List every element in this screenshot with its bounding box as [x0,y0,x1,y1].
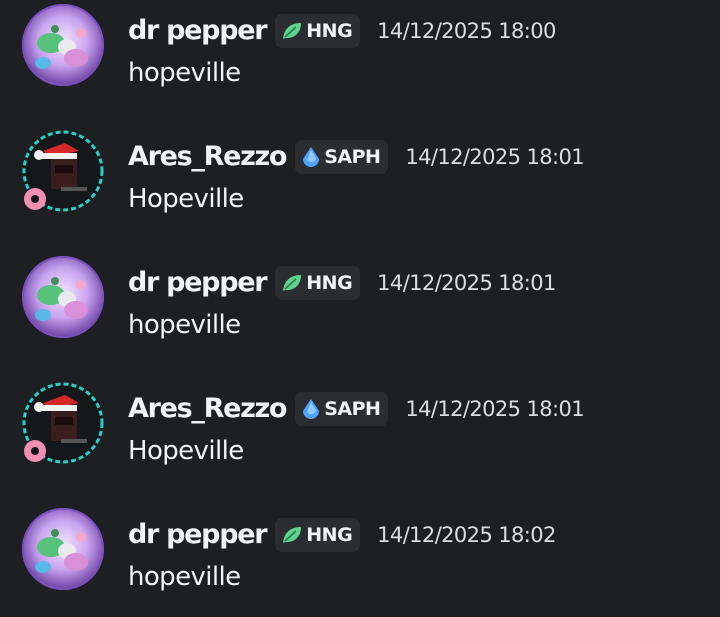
droplet-icon [303,147,320,167]
message-content: hopeville [128,310,241,340]
server-tag-badge[interactable]: HNG [275,14,361,48]
message-header: dr pepper HNG 14/12/2025 18:02 [128,515,556,555]
message-item: dr pepper HNG 14/12/2025 18:02 hopeville [0,507,720,617]
message-header: Ares_Rezzo SAPH 14/12/2025 18:01 [128,389,585,429]
user-avatar[interactable] [21,255,105,339]
username[interactable]: dr pepper [128,11,268,51]
username[interactable]: dr pepper [128,263,268,303]
server-tag-label: SAPH [324,398,381,420]
user-avatar[interactable] [21,3,105,87]
server-tag-label: HNG [306,272,353,294]
user-avatar[interactable] [21,129,105,213]
server-tag-badge[interactable]: SAPH [295,392,389,426]
server-tag-label: HNG [306,524,353,546]
timestamp: 14/12/2025 18:02 [377,523,556,547]
message-header: dr pepper HNG 14/12/2025 18:00 [128,11,556,51]
server-tag-label: HNG [306,20,353,42]
timestamp: 14/12/2025 18:00 [377,19,556,43]
username[interactable]: Ares_Rezzo [128,137,287,177]
message-content: Hopeville [128,184,244,214]
username[interactable]: dr pepper [128,515,268,555]
server-tag-badge[interactable]: HNG [275,266,361,300]
timestamp: 14/12/2025 18:01 [405,145,585,169]
message-item: Ares_Rezzo SAPH 14/12/2025 18:01 Hopevil… [0,129,720,239]
leaf-icon [283,275,302,291]
message-item: dr pepper HNG 14/12/2025 18:00 hopeville [0,3,720,113]
message-header: Ares_Rezzo SAPH 14/12/2025 18:01 [128,137,585,177]
droplet-icon [303,399,320,419]
message-header: dr pepper HNG 14/12/2025 18:01 [128,263,556,303]
server-tag-badge[interactable]: HNG [275,518,361,552]
user-avatar[interactable] [21,507,105,591]
server-tag-badge[interactable]: SAPH [295,140,389,174]
leaf-icon [283,527,302,543]
username[interactable]: Ares_Rezzo [128,389,287,429]
message-item: dr pepper HNG 14/12/2025 18:01 hopeville [0,255,720,365]
message-content: hopeville [128,58,241,88]
timestamp: 14/12/2025 18:01 [377,271,556,295]
message-content: hopeville [128,562,241,592]
server-tag-label: SAPH [324,146,381,168]
message-list: dr pepper HNG 14/12/2025 18:00 hopeville [0,0,720,613]
message-item: Ares_Rezzo SAPH 14/12/2025 18:01 Hopevil… [0,381,720,491]
message-content: Hopeville [128,436,244,466]
timestamp: 14/12/2025 18:01 [405,397,585,421]
user-avatar[interactable] [21,381,105,465]
leaf-icon [283,23,302,39]
